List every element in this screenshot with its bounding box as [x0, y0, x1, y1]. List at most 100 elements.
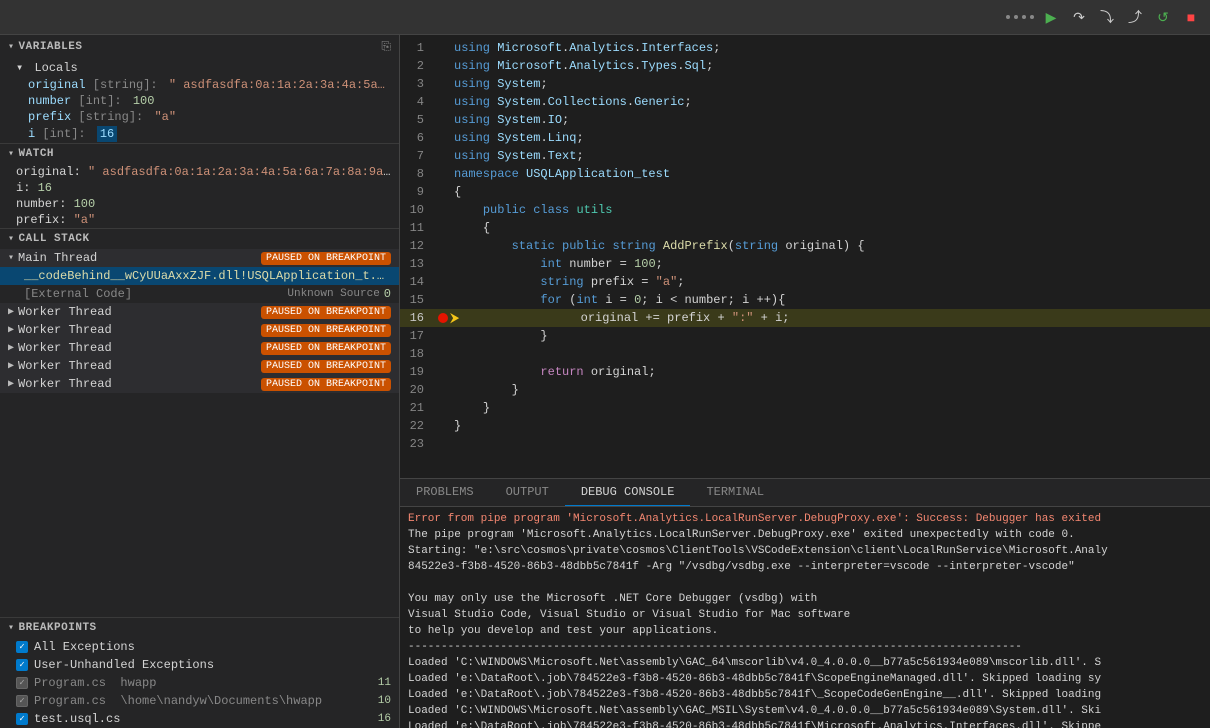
- breakpoints-section: ▾ BREAKPOINTS ✓ All Exceptions ✓ User-Un…: [0, 617, 399, 728]
- worker-thread-3: ▶ Worker Thread PAUSED ON BREAKPOINT: [0, 339, 399, 357]
- breakpoint-circle-16: [438, 313, 448, 323]
- worker5-arrow-icon: ▶: [8, 378, 14, 390]
- bp-program-cs-1[interactable]: ✓ Program.cs hwapp 11: [0, 674, 399, 692]
- bp-unhandled-checkbox[interactable]: ✓: [16, 659, 28, 671]
- code-line-10: 10 public class utils: [400, 201, 1210, 219]
- dot1: [1006, 15, 1010, 19]
- bp-program-cs1-checkbox[interactable]: ✓: [16, 677, 28, 689]
- code-line-13: 13 int number = 100;: [400, 255, 1210, 273]
- tab-problems[interactable]: PROBLEMS: [400, 479, 490, 506]
- worker3-arrow-icon: ▶: [8, 342, 14, 354]
- var-row-original[interactable]: original [string]: " asdfasdfa:0a:1a:2a:…: [0, 77, 399, 93]
- restart-button[interactable]: ↺: [1152, 6, 1174, 28]
- watch-section: ▾ WATCH original: " asdfasdfa:0a:1a:2a:3…: [0, 144, 399, 229]
- watch-header[interactable]: ▾ WATCH: [0, 144, 399, 164]
- stop-button[interactable]: ■: [1180, 6, 1202, 28]
- callstack-section: ▾ CALL STACK ▾ Main Thread PAUSED ON BRE…: [0, 229, 399, 617]
- worker2-arrow-icon: ▶: [8, 324, 14, 336]
- callstack-label: CALL STACK: [19, 233, 90, 245]
- bottom-panel: PROBLEMS OUTPUT DEBUG CONSOLE TERMINAL E…: [400, 478, 1210, 728]
- debug-console-content: Error from pipe program 'Microsoft.Analy…: [400, 507, 1210, 728]
- dot4: [1030, 15, 1034, 19]
- bottom-tabs: PROBLEMS OUTPUT DEBUG CONSOLE TERMINAL: [400, 479, 1210, 507]
- variables-arrow-icon: ▾: [8, 41, 15, 53]
- code-panel: 1 using Microsoft.Analytics.Interfaces; …: [400, 35, 1210, 728]
- watch-row-number[interactable]: number: 100: [0, 196, 399, 212]
- code-line-3: 3 using System;: [400, 75, 1210, 93]
- bp-program-cs2-checkbox[interactable]: ✓: [16, 695, 28, 707]
- var-row-i[interactable]: i [int]: 16: [0, 125, 399, 143]
- step-into-button[interactable]: ⤵: [1096, 6, 1118, 28]
- callstack-header[interactable]: ▾ CALL STACK: [0, 229, 399, 249]
- callstack-threads: ▾ Main Thread PAUSED ON BREAKPOINT __cod…: [0, 249, 399, 617]
- var-row-number[interactable]: number [int]: 100: [0, 93, 399, 109]
- step-out-button[interactable]: ⤴: [1124, 6, 1146, 28]
- code-line-4: 4 using System.Collections.Generic;: [400, 93, 1210, 111]
- console-line-12: Loaded 'e:\DataRoot\.job\784522e3-f3b8-4…: [408, 687, 1202, 703]
- var-row-prefix[interactable]: prefix [string]: "a": [0, 109, 399, 125]
- console-line-4: 84522e3-f3b8-4520-86b3-48dbb5c7841f -Arg…: [408, 559, 1202, 575]
- code-line-6: 6 using System.Linq;: [400, 129, 1210, 147]
- locals-arrow-icon: ▾: [16, 61, 23, 75]
- console-line-7: Visual Studio Code, Visual Studio or Vis…: [408, 607, 1202, 623]
- worker-thread-1-header[interactable]: ▶ Worker Thread PAUSED ON BREAKPOINT: [0, 303, 399, 321]
- breakpoints-label: BREAKPOINTS: [19, 622, 97, 634]
- step-over-button[interactable]: ↷: [1068, 6, 1090, 28]
- code-line-17: 17 }: [400, 327, 1210, 345]
- watch-arrow-icon: ▾: [8, 148, 15, 160]
- stack-frame-codebehind[interactable]: __codeBehind__wCyUUaAxxZJF.dll!USQLAppli…: [0, 267, 399, 285]
- variables-header[interactable]: ▾ VARIABLES ⎘: [0, 35, 399, 58]
- toolbar-dots: [1006, 15, 1034, 19]
- tab-terminal[interactable]: TERMINAL: [690, 479, 780, 506]
- worker-thread-5-header[interactable]: ▶ Worker Thread PAUSED ON BREAKPOINT: [0, 375, 399, 393]
- bp-program-cs-2[interactable]: ✓ Program.cs \home\nandyw\Documents\hwap…: [0, 692, 399, 710]
- bp-test-usql-checkbox[interactable]: ✓: [16, 713, 28, 725]
- left-panel: ▾ VARIABLES ⎘ ▾ Locals original [string]…: [0, 35, 400, 728]
- bp-all-exceptions-checkbox[interactable]: ✓: [16, 641, 28, 653]
- code-line-12: 12 static public string AddPrefix(string…: [400, 237, 1210, 255]
- watch-row-original[interactable]: original: " asdfasdfa:0a:1a:2a:3a:4a:5a:…: [0, 164, 399, 180]
- worker-thread-4-header[interactable]: ▶ Worker Thread PAUSED ON BREAKPOINT: [0, 357, 399, 375]
- code-line-1: 1 using Microsoft.Analytics.Interfaces;: [400, 39, 1210, 57]
- current-line-arrow: ⮞: [450, 311, 459, 326]
- console-line-2: The pipe program 'Microsoft.Analytics.Lo…: [408, 527, 1202, 543]
- console-line-1: Error from pipe program 'Microsoft.Analy…: [408, 511, 1202, 527]
- code-area: 1 using Microsoft.Analytics.Interfaces; …: [400, 35, 1210, 478]
- code-line-2: 2 using Microsoft.Analytics.Types.Sql;: [400, 57, 1210, 75]
- variables-copy-btn[interactable]: ⎘: [381, 39, 391, 54]
- worker-thread-2: ▶ Worker Thread PAUSED ON BREAKPOINT: [0, 321, 399, 339]
- bp-all-exceptions[interactable]: ✓ All Exceptions: [0, 638, 399, 656]
- dot2: [1014, 15, 1018, 19]
- worker-thread-3-header[interactable]: ▶ Worker Thread PAUSED ON BREAKPOINT: [0, 339, 399, 357]
- worker-thread-4: ▶ Worker Thread PAUSED ON BREAKPOINT: [0, 357, 399, 375]
- code-line-14: 14 string prefix = "a";: [400, 273, 1210, 291]
- main-thread-arrow-icon: ▾: [8, 252, 14, 264]
- main-thread-header[interactable]: ▾ Main Thread PAUSED ON BREAKPOINT: [0, 249, 399, 267]
- console-line-11: Loaded 'e:\DataRoot\.job\784522e3-f3b8-4…: [408, 671, 1202, 687]
- tab-output[interactable]: OUTPUT: [490, 479, 565, 506]
- bp-unhandled-exceptions[interactable]: ✓ User-Unhandled Exceptions: [0, 656, 399, 674]
- stack-frame-external[interactable]: [External Code] Unknown Source 0: [0, 285, 399, 303]
- code-line-9: 9 {: [400, 183, 1210, 201]
- tab-debug-console[interactable]: DEBUG CONSOLE: [565, 479, 691, 506]
- breakpoints-header[interactable]: ▾ BREAKPOINTS: [0, 618, 399, 638]
- continue-button[interactable]: ▶: [1040, 6, 1062, 28]
- code-line-21: 21 }: [400, 399, 1210, 417]
- breakpoints-arrow-icon: ▾: [8, 622, 15, 634]
- worker-thread-1: ▶ Worker Thread PAUSED ON BREAKPOINT: [0, 303, 399, 321]
- code-line-22: 22 }: [400, 417, 1210, 435]
- code-line-16: 16 ⮞ original += prefix + ":" + i;: [400, 309, 1210, 327]
- worker-thread-2-header[interactable]: ▶ Worker Thread PAUSED ON BREAKPOINT: [0, 321, 399, 339]
- watch-row-i[interactable]: i: 16: [0, 180, 399, 196]
- code-line-15: 15 for (int i = 0; i < number; i ++){: [400, 291, 1210, 309]
- console-line-14: Loaded 'e:\DataRoot\.job\784522e3-f3b8-4…: [408, 719, 1202, 728]
- bp-test-usql[interactable]: ✓ test.usql.cs 16: [0, 710, 399, 728]
- worker-thread-5: ▶ Worker Thread PAUSED ON BREAKPOINT: [0, 375, 399, 393]
- code-line-23: 23: [400, 435, 1210, 453]
- watch-row-prefix[interactable]: prefix: "a": [0, 212, 399, 228]
- worker4-arrow-icon: ▶: [8, 360, 14, 372]
- console-line-5: [408, 575, 1202, 591]
- code-line-19: 19 return original;: [400, 363, 1210, 381]
- code-line-5: 5 using System.IO;: [400, 111, 1210, 129]
- locals-header[interactable]: ▾ Locals: [0, 58, 399, 77]
